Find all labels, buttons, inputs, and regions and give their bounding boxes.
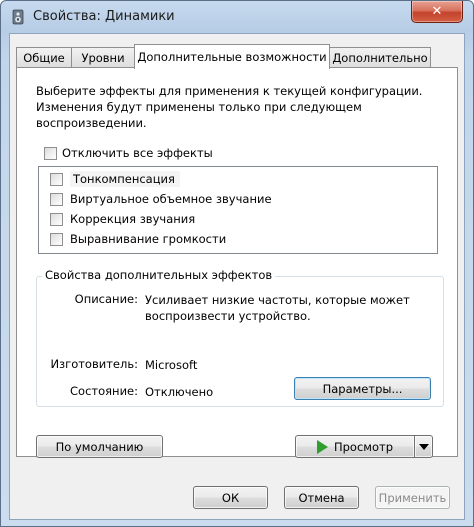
description-line: воспроизведении. <box>36 116 147 130</box>
effect-checkbox[interactable] <box>50 212 63 226</box>
state-label: Состояние: <box>70 384 138 398</box>
effect-label: Коррекция звучания <box>70 212 196 226</box>
tab-strip: Общие Уровни Дополнительные возможности … <box>16 44 456 69</box>
effect-label: Выравнивание громкости <box>70 232 227 246</box>
description-value: Усиливает низкие частоты, которые может … <box>145 292 410 324</box>
effect-item-loudness[interactable]: Тонкомпенсация <box>50 169 180 189</box>
provider-label: Изготовитель: <box>50 357 138 371</box>
restore-defaults-button[interactable]: По умолчанию <box>36 435 163 458</box>
restore-defaults-label: По умолчанию <box>55 439 144 454</box>
apply-button[interactable]: Применить <box>375 486 450 509</box>
effect-checkbox[interactable] <box>50 172 63 186</box>
settings-button-label: Параметры... <box>322 381 403 396</box>
panel-description: Выберите эффекты для применения к текуще… <box>36 83 446 131</box>
preview-menu-button[interactable] <box>414 435 433 458</box>
tab-general[interactable]: Общие <box>16 47 72 68</box>
description-label: Описание: <box>74 292 138 306</box>
settings-button[interactable]: Параметры... <box>294 377 431 400</box>
tab-advanced[interactable]: Дополнительно <box>329 47 431 68</box>
chevron-down-icon <box>418 443 429 450</box>
close-icon: ✕ <box>431 4 443 19</box>
description-value-line: Усиливает низкие частоты, которые может <box>145 293 410 307</box>
preview-split-button: Просмотр <box>295 435 433 458</box>
effect-label: Виртуальное объемное звучание <box>70 192 272 206</box>
close-button[interactable]: ✕ <box>411 1 463 23</box>
play-icon <box>316 439 328 454</box>
effect-item-virtual-surround[interactable]: Виртуальное объемное звучание <box>50 189 272 209</box>
preview-label: Просмотр <box>333 439 394 454</box>
effect-item-room-correction[interactable]: Коррекция звучания <box>50 209 195 229</box>
disable-all-effects[interactable]: Отключить все эффекты <box>44 146 213 160</box>
tab-label: Дополнительные возможности <box>137 50 327 64</box>
description-line: Изменения будут применены только при сле… <box>36 100 362 114</box>
disable-all-checkbox[interactable] <box>44 146 57 160</box>
dialog-client-area: Общие Уровни Дополнительные возможности … <box>9 33 465 520</box>
speaker-icon <box>12 9 24 25</box>
description-line: Выберите эффекты для применения к текуще… <box>36 84 423 98</box>
effect-label: Тонкомпенсация <box>70 171 180 187</box>
tab-label: Дополнительно <box>332 51 428 65</box>
tab-levels[interactable]: Уровни <box>71 47 135 68</box>
effect-checkbox[interactable] <box>50 192 63 206</box>
window-title: Свойства: Динамики <box>33 9 175 24</box>
effect-properties-title: Свойства дополнительных эффектов <box>42 268 276 282</box>
cancel-button[interactable]: Отмена <box>284 486 359 509</box>
effects-list[interactable]: Тонкомпенсация Виртуальное объемное звуч… <box>38 166 438 254</box>
effect-item-loudness-equalization[interactable]: Выравнивание громкости <box>50 229 226 249</box>
provider-value: Microsoft <box>145 358 198 372</box>
cancel-label: Отмена <box>298 490 345 505</box>
ok-label: ОК <box>221 490 240 505</box>
preview-button[interactable]: Просмотр <box>295 435 415 458</box>
apply-label: Применить <box>378 490 447 505</box>
description-value-line: воспроизвести устройство. <box>145 309 311 323</box>
disable-all-label: Отключить все эффекты <box>62 146 213 160</box>
title-bar[interactable]: Свойства: Динамики ✕ <box>1 1 473 33</box>
tab-label: Уровни <box>81 51 125 65</box>
tab-label: Общие <box>23 51 65 65</box>
ok-button[interactable]: ОК <box>193 486 268 509</box>
tab-enhancements[interactable]: Дополнительные возможности <box>134 44 330 69</box>
effect-checkbox[interactable] <box>50 232 63 246</box>
state-value: Отключено <box>145 385 214 399</box>
dialog-window: Свойства: Динамики ✕ Общие Уровни Дополн… <box>0 0 474 527</box>
